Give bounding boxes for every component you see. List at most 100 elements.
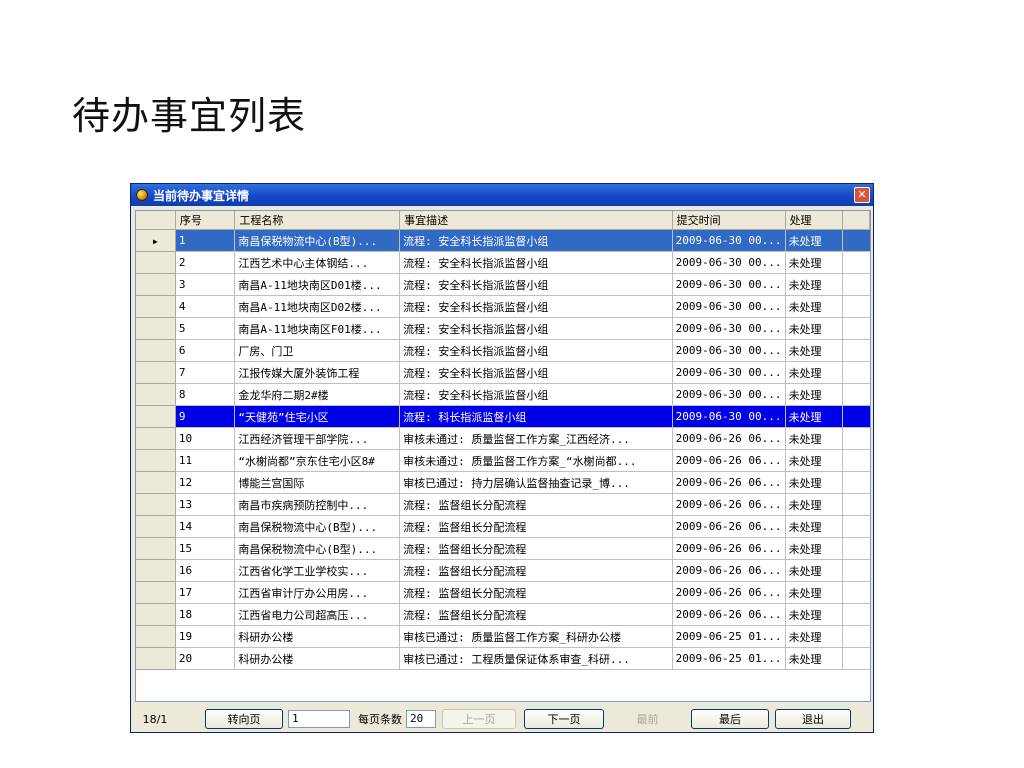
row-time-cell[interactable]: 2009-06-30 00... [672, 339, 786, 362]
row-status-cell[interactable]: 未处理 [785, 559, 844, 582]
row-seq-cell[interactable]: 3 [175, 273, 236, 296]
row-project-cell[interactable]: 南昌市疾病预防控制中... [234, 493, 401, 516]
row-status-cell[interactable]: 未处理 [785, 317, 844, 340]
table-row[interactable]: 5 南昌A-11地块南区F01楼... 流程: 安全科长指派监督小组 2009-06-… [136, 317, 870, 340]
goto-page-input[interactable]: 1 [288, 710, 350, 728]
row-description-cell[interactable]: 流程: 安全科长指派监督小组 [399, 361, 673, 384]
row-project-cell[interactable]: 南昌A-11地块南区D01楼... [234, 273, 401, 296]
table-row[interactable]: 18 江西省电力公司超高压... 流程: 监督组长分配流程 2009-06-26 06… [136, 603, 870, 626]
row-time-cell[interactable]: 2009-06-25 01... [672, 625, 786, 648]
row-status-cell[interactable]: 未处理 [785, 405, 844, 428]
row-time-cell[interactable]: 2009-06-26 06... [672, 449, 786, 472]
table-row[interactable]: 16 江西省化学工业学校实... 流程: 监督组长分配流程 2009-06-26 06… [136, 559, 870, 582]
row-time-cell[interactable]: 2009-06-26 06... [672, 515, 786, 538]
row-description-cell[interactable]: 审核已通过: 质量监督工作方案_科研办公楼 [399, 625, 673, 648]
todo-grid[interactable]: 序号 工程名称 事宜描述 提交时间 处理 ▶ 1 南昌保税物流中心(B型)... 流程… [135, 210, 871, 702]
row-status-cell[interactable]: 未处理 [785, 251, 844, 274]
row-indicator[interactable] [136, 625, 176, 648]
row-status-cell[interactable]: 未处理 [785, 537, 844, 560]
row-project-cell[interactable]: 江报传媒大厦外装饰工程 [234, 361, 401, 384]
row-description-cell[interactable]: 流程: 监督组长分配流程 [399, 537, 673, 560]
window-titlebar[interactable]: 当前待办事宜详情 ✕ [131, 184, 873, 206]
row-indicator[interactable] [136, 251, 176, 274]
row-time-cell[interactable]: 2009-06-30 00... [672, 251, 786, 274]
row-project-cell[interactable]: 南昌A-11地块南区D02楼... [234, 295, 401, 318]
table-row[interactable]: 4 南昌A-11地块南区D02楼... 流程: 安全科长指派监督小组 2009-06-… [136, 295, 870, 318]
row-project-cell[interactable]: 南昌保税物流中心(B型)... [234, 537, 401, 560]
row-project-cell[interactable]: 金龙华府二期2#楼 [234, 383, 401, 406]
row-seq-cell[interactable]: 11 [175, 449, 236, 472]
row-seq-cell[interactable]: 12 [175, 471, 236, 494]
row-description-cell[interactable]: 流程: 安全科长指派监督小组 [399, 229, 673, 252]
prev-page-button[interactable]: 上一页 [442, 709, 516, 729]
row-indicator[interactable] [136, 273, 176, 296]
row-seq-cell[interactable]: 20 [175, 647, 236, 670]
row-description-cell[interactable]: 流程: 监督组长分配流程 [399, 515, 673, 538]
next-page-button[interactable]: 下一页 [524, 709, 604, 729]
row-indicator[interactable] [136, 427, 176, 450]
row-indicator[interactable] [136, 317, 176, 340]
row-description-cell[interactable]: 审核未通过: 质量监督工作方案_“水榭尚都... [399, 449, 673, 472]
row-project-cell[interactable]: 江西省化学工业学校实... [234, 559, 401, 582]
row-project-cell[interactable]: 江西省电力公司超高压... [234, 603, 401, 626]
column-header-description[interactable]: 事宜描述 [399, 211, 673, 230]
row-seq-cell[interactable]: 18 [175, 603, 236, 626]
row-seq-cell[interactable]: 16 [175, 559, 236, 582]
row-description-cell[interactable]: 流程: 监督组长分配流程 [399, 581, 673, 604]
row-seq-cell[interactable]: 6 [175, 339, 236, 362]
table-row[interactable]: 19 科研办公楼 审核已通过: 质量监督工作方案_科研办公楼 2009-06-25 0… [136, 625, 870, 648]
column-header-submit-time[interactable]: 提交时间 [672, 211, 786, 230]
table-row[interactable]: 2 江西艺术中心主体钢结... 流程: 安全科长指派监督小组 2009-06-30 0… [136, 251, 870, 274]
row-status-cell[interactable]: 未处理 [785, 647, 844, 670]
row-status-cell[interactable]: 未处理 [785, 383, 844, 406]
first-page-button[interactable]: 最前 [610, 709, 685, 729]
row-seq-cell[interactable]: 7 [175, 361, 236, 384]
table-row[interactable]: ▶ 1 南昌保税物流中心(B型)... 流程: 安全科长指派监督小组 2009-06-3… [136, 229, 870, 252]
table-row[interactable]: 17 江西省审计厅办公用房... 流程: 监督组长分配流程 2009-06-26 06… [136, 581, 870, 604]
row-status-cell[interactable]: 未处理 [785, 603, 844, 626]
row-status-cell[interactable]: 未处理 [785, 361, 844, 384]
row-status-cell[interactable]: 未处理 [785, 625, 844, 648]
row-description-cell[interactable]: 流程: 监督组长分配流程 [399, 493, 673, 516]
row-time-cell[interactable]: 2009-06-26 06... [672, 537, 786, 560]
row-time-cell[interactable]: 2009-06-25 01... [672, 647, 786, 670]
row-project-cell[interactable]: “水榭尚都”京东住宅小区8# [234, 449, 401, 472]
row-time-cell[interactable]: 2009-06-26 06... [672, 559, 786, 582]
row-status-cell[interactable]: 未处理 [785, 581, 844, 604]
last-page-button[interactable]: 最后 [691, 709, 769, 729]
row-project-cell[interactable]: 科研办公楼 [234, 647, 401, 670]
row-time-cell[interactable]: 2009-06-26 06... [672, 427, 786, 450]
row-status-cell[interactable]: 未处理 [785, 229, 844, 252]
row-indicator[interactable] [136, 537, 176, 560]
row-indicator[interactable] [136, 383, 176, 406]
column-header-status[interactable]: 处理 [785, 211, 844, 230]
table-row[interactable]: 10 江西经济管理干部学院... 审核未通过: 质量监督工作方案_江西经济... 20… [136, 427, 870, 450]
table-row[interactable]: 11 “水榭尚都”京东住宅小区8# 审核未通过: 质量监督工作方案_“水榭尚都...… [136, 449, 870, 472]
row-status-cell[interactable]: 未处理 [785, 273, 844, 296]
row-description-cell[interactable]: 流程: 安全科长指派监督小组 [399, 251, 673, 274]
row-seq-cell[interactable]: 9 [175, 405, 236, 428]
row-project-cell[interactable]: 南昌保税物流中心(B型)... [234, 515, 401, 538]
row-description-cell[interactable]: 流程: 安全科长指派监督小组 [399, 317, 673, 340]
row-indicator[interactable] [136, 295, 176, 318]
row-seq-cell[interactable]: 1 [175, 229, 236, 252]
table-row[interactable]: 15 南昌保税物流中心(B型)... 流程: 监督组长分配流程 2009-06-26 … [136, 537, 870, 560]
row-seq-cell[interactable]: 17 [175, 581, 236, 604]
table-row[interactable]: 9 “天健苑”住宅小区 流程: 科长指派监督小组 2009-06-30 00... 未处… [136, 405, 870, 428]
row-status-cell[interactable]: 未处理 [785, 427, 844, 450]
row-indicator[interactable] [136, 603, 176, 626]
row-status-cell[interactable]: 未处理 [785, 295, 844, 318]
row-status-cell[interactable]: 未处理 [785, 515, 844, 538]
row-description-cell[interactable]: 流程: 安全科长指派监督小组 [399, 339, 673, 362]
row-seq-cell[interactable]: 19 [175, 625, 236, 648]
row-project-cell[interactable]: 厂房、门卫 [234, 339, 401, 362]
row-indicator[interactable] [136, 405, 176, 428]
row-seq-cell[interactable]: 15 [175, 537, 236, 560]
row-description-cell[interactable]: 流程: 监督组长分配流程 [399, 603, 673, 626]
row-description-cell[interactable]: 审核已通过: 工程质量保证体系审查_科研... [399, 647, 673, 670]
row-time-cell[interactable]: 2009-06-30 00... [672, 361, 786, 384]
row-time-cell[interactable]: 2009-06-30 00... [672, 383, 786, 406]
column-header-seq[interactable]: 序号 [175, 211, 236, 230]
row-description-cell[interactable]: 审核已通过: 持力层确认监督抽查记录_博... [399, 471, 673, 494]
row-time-cell[interactable]: 2009-06-26 06... [672, 581, 786, 604]
